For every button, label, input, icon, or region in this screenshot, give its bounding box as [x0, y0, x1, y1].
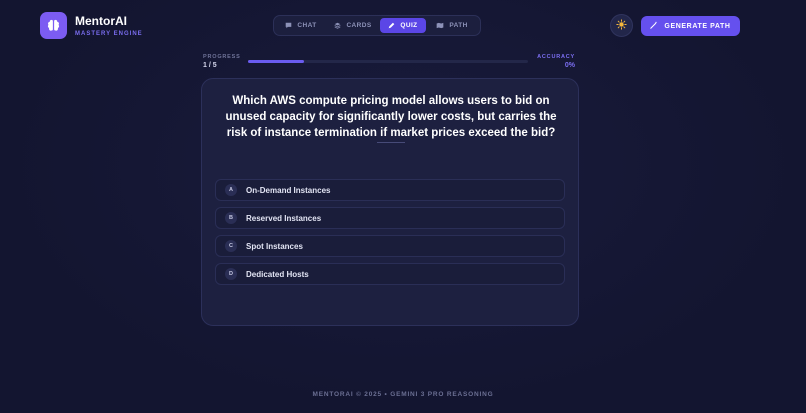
- answer-option-d[interactable]: D Dedicated Hosts: [215, 263, 565, 285]
- tab-quiz-label: QUIZ: [400, 22, 418, 29]
- chat-icon: [285, 22, 292, 29]
- progress-bar: [248, 60, 528, 63]
- tab-path-label: PATH: [449, 22, 468, 29]
- accuracy-label: ACCURACY: [537, 54, 575, 60]
- answer-option-c[interactable]: C Spot Instances: [215, 235, 565, 257]
- sun-icon: [616, 17, 627, 35]
- accuracy-value: 0%: [564, 62, 575, 69]
- option-letter: A: [225, 184, 237, 196]
- generate-path-button[interactable]: GENERATE PATH: [641, 16, 740, 36]
- question-divider: [377, 142, 405, 143]
- quiz-question: Which AWS compute pricing model allows u…: [225, 95, 557, 139]
- option-letter: C: [225, 240, 237, 252]
- footer-text: MENTORAI © 2025 • GEMINI 3 PRO REASONING: [312, 391, 494, 398]
- option-text: On-Demand Instances: [246, 185, 331, 195]
- tab-chat[interactable]: CHAT: [276, 18, 326, 33]
- progress-label: PROGRESS: [203, 54, 241, 60]
- tab-quiz[interactable]: QUIZ: [380, 18, 426, 33]
- answer-option-b[interactable]: B Reserved Instances: [215, 207, 565, 229]
- brand[interactable]: MentorAI MASTERY ENGINE: [40, 12, 143, 39]
- tab-cards[interactable]: CARDS: [328, 18, 378, 33]
- option-text: Spot Instances: [246, 241, 303, 251]
- option-text: Dedicated Hosts: [246, 269, 309, 279]
- tab-chat-label: CHAT: [297, 22, 317, 29]
- generate-path-label: GENERATE PATH: [664, 22, 731, 30]
- option-text: Reserved Instances: [246, 213, 322, 223]
- mode-tabs: CHAT CARDS QUIZ PATH: [273, 15, 481, 36]
- answer-option-a[interactable]: A On-Demand Instances: [215, 179, 565, 201]
- option-letter: D: [225, 268, 237, 280]
- pencil-icon: [388, 22, 395, 29]
- option-letter: B: [225, 212, 237, 224]
- tab-path[interactable]: PATH: [428, 18, 476, 33]
- map-icon: [436, 22, 444, 29]
- progress-bar-fill: [248, 60, 304, 63]
- app-root: MentorAI MASTERY ENGINE CHAT CARDS QUIZ: [0, 0, 806, 413]
- quiz-card: Which AWS compute pricing model allows u…: [201, 78, 579, 326]
- brand-name: MentorAI: [75, 14, 127, 28]
- progress-value: 1 / 5: [203, 62, 217, 69]
- brain-logo-icon: [40, 12, 67, 39]
- brand-subtitle: MASTERY ENGINE: [75, 31, 143, 37]
- magic-wand-icon: [650, 21, 658, 31]
- theme-toggle-button[interactable]: [610, 14, 633, 37]
- stack-icon: [334, 22, 341, 29]
- tab-cards-label: CARDS: [346, 22, 372, 29]
